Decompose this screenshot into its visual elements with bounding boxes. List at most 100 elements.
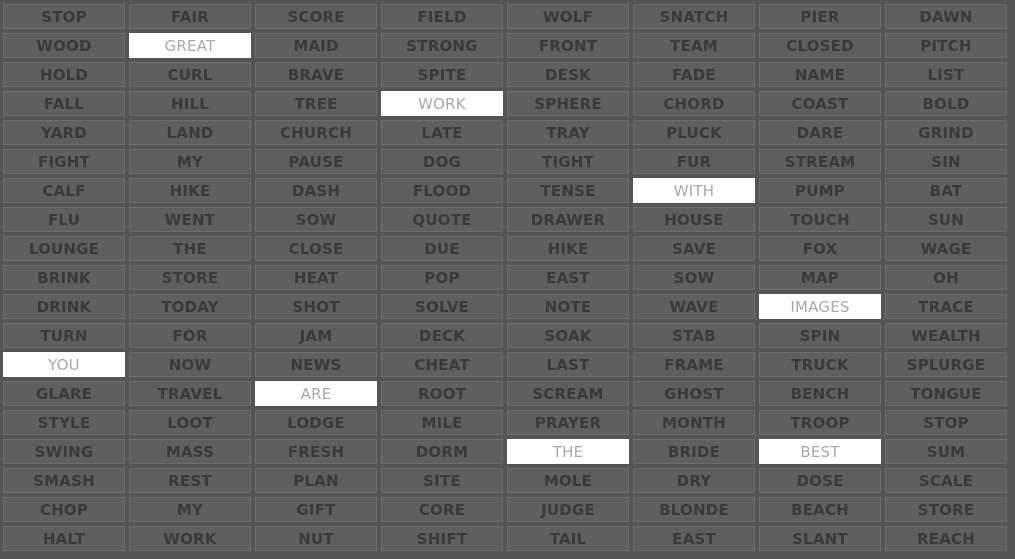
- word-cell-r10-c3[interactable]: SOLVE: [381, 294, 503, 319]
- word-cell-r11-c1[interactable]: FOR: [129, 323, 251, 348]
- word-cell-r7-c6[interactable]: TOUCH: [759, 207, 881, 232]
- word-cell-r13-c0[interactable]: GLARE: [3, 381, 125, 406]
- word-cell-r0-c7[interactable]: DAWN: [885, 4, 1007, 29]
- word-cell-r14-c3[interactable]: MILE: [381, 410, 503, 435]
- word-cell-r16-c2[interactable]: PLAN: [255, 468, 377, 493]
- word-cell-r11-c6[interactable]: SPIN: [759, 323, 881, 348]
- word-cell-r8-c2[interactable]: CLOSE: [255, 236, 377, 261]
- word-cell-r5-c6[interactable]: STREAM: [759, 149, 881, 174]
- word-cell-r17-c4[interactable]: JUDGE: [507, 497, 629, 522]
- word-cell-r5-c2[interactable]: PAUSE: [255, 149, 377, 174]
- word-cell-r11-c2[interactable]: JAM: [255, 323, 377, 348]
- word-cell-r13-c5[interactable]: GHOST: [633, 381, 755, 406]
- word-cell-r18-c4[interactable]: TAIL: [507, 526, 629, 551]
- word-cell-r5-c3[interactable]: DOG: [381, 149, 503, 174]
- word-cell-r3-c3[interactable]: WORK: [381, 91, 503, 116]
- word-cell-r12-c6[interactable]: TRUCK: [759, 352, 881, 377]
- word-cell-r10-c0[interactable]: DRINK: [3, 294, 125, 319]
- word-cell-r18-c1[interactable]: WORK: [129, 526, 251, 551]
- word-cell-r15-c1[interactable]: MASS: [129, 439, 251, 464]
- word-cell-r4-c0[interactable]: YARD: [3, 120, 125, 145]
- word-cell-r6-c5[interactable]: WITH: [633, 178, 755, 203]
- word-cell-r14-c0[interactable]: STYLE: [3, 410, 125, 435]
- word-cell-r2-c1[interactable]: CURL: [129, 62, 251, 87]
- word-cell-r6-c1[interactable]: HIKE: [129, 178, 251, 203]
- word-cell-r1-c2[interactable]: MAID: [255, 33, 377, 58]
- word-cell-r16-c7[interactable]: SCALE: [885, 468, 1007, 493]
- word-cell-r7-c1[interactable]: WENT: [129, 207, 251, 232]
- word-cell-r7-c2[interactable]: SOW: [255, 207, 377, 232]
- word-cell-r5-c5[interactable]: FUR: [633, 149, 755, 174]
- word-cell-r10-c1[interactable]: TODAY: [129, 294, 251, 319]
- word-cell-r17-c3[interactable]: CORE: [381, 497, 503, 522]
- word-cell-r8-c1[interactable]: THE: [129, 236, 251, 261]
- word-cell-r3-c7[interactable]: BOLD: [885, 91, 1007, 116]
- word-cell-r0-c2[interactable]: SCORE: [255, 4, 377, 29]
- word-cell-r1-c5[interactable]: TEAM: [633, 33, 755, 58]
- word-cell-r0-c5[interactable]: SNATCH: [633, 4, 755, 29]
- word-cell-r16-c3[interactable]: SITE: [381, 468, 503, 493]
- word-cell-r0-c0[interactable]: STOP: [3, 4, 125, 29]
- word-cell-r8-c0[interactable]: LOUNGE: [3, 236, 125, 261]
- word-cell-r1-c0[interactable]: WOOD: [3, 33, 125, 58]
- word-cell-r18-c2[interactable]: NUT: [255, 526, 377, 551]
- word-cell-r16-c1[interactable]: REST: [129, 468, 251, 493]
- word-cell-r15-c0[interactable]: SWING: [3, 439, 125, 464]
- word-cell-r18-c6[interactable]: SLANT: [759, 526, 881, 551]
- word-cell-r6-c4[interactable]: TENSE: [507, 178, 629, 203]
- word-cell-r15-c2[interactable]: FRESH: [255, 439, 377, 464]
- word-cell-r6-c7[interactable]: BAT: [885, 178, 1007, 203]
- word-cell-r0-c1[interactable]: FAIR: [129, 4, 251, 29]
- word-cell-r12-c1[interactable]: NOW: [129, 352, 251, 377]
- word-cell-r4-c1[interactable]: LAND: [129, 120, 251, 145]
- word-cell-r15-c6[interactable]: BEST: [759, 439, 881, 464]
- word-cell-r4-c4[interactable]: TRAY: [507, 120, 629, 145]
- word-cell-r18-c7[interactable]: REACH: [885, 526, 1007, 551]
- word-cell-r12-c3[interactable]: CHEAT: [381, 352, 503, 377]
- word-cell-r3-c5[interactable]: CHORD: [633, 91, 755, 116]
- word-cell-r0-c3[interactable]: FIELD: [381, 4, 503, 29]
- word-cell-r9-c6[interactable]: MAP: [759, 265, 881, 290]
- word-cell-r13-c7[interactable]: TONGUE: [885, 381, 1007, 406]
- word-cell-r1-c1[interactable]: GREAT: [129, 33, 251, 58]
- word-cell-r9-c4[interactable]: EAST: [507, 265, 629, 290]
- word-cell-r9-c3[interactable]: POP: [381, 265, 503, 290]
- word-cell-r8-c6[interactable]: FOX: [759, 236, 881, 261]
- word-cell-r11-c3[interactable]: DECK: [381, 323, 503, 348]
- word-cell-r2-c4[interactable]: DESK: [507, 62, 629, 87]
- word-cell-r8-c7[interactable]: WAGE: [885, 236, 1007, 261]
- word-cell-r2-c0[interactable]: HOLD: [3, 62, 125, 87]
- word-cell-r16-c5[interactable]: DRY: [633, 468, 755, 493]
- word-cell-r14-c2[interactable]: LODGE: [255, 410, 377, 435]
- word-cell-r14-c1[interactable]: LOOT: [129, 410, 251, 435]
- word-cell-r12-c0[interactable]: YOU: [3, 352, 125, 377]
- word-cell-r17-c6[interactable]: BEACH: [759, 497, 881, 522]
- word-cell-r2-c2[interactable]: BRAVE: [255, 62, 377, 87]
- word-cell-r13-c2[interactable]: ARE: [255, 381, 377, 406]
- word-cell-r15-c5[interactable]: BRIDE: [633, 439, 755, 464]
- word-cell-r12-c5[interactable]: FRAME: [633, 352, 755, 377]
- word-cell-r5-c0[interactable]: FIGHT: [3, 149, 125, 174]
- word-cell-r3-c4[interactable]: SPHERE: [507, 91, 629, 116]
- word-cell-r8-c5[interactable]: SAVE: [633, 236, 755, 261]
- word-cell-r12-c7[interactable]: SPLURGE: [885, 352, 1007, 377]
- word-cell-r12-c4[interactable]: LAST: [507, 352, 629, 377]
- word-cell-r1-c6[interactable]: CLOSED: [759, 33, 881, 58]
- word-cell-r16-c4[interactable]: MOLE: [507, 468, 629, 493]
- word-cell-r7-c4[interactable]: DRAWER: [507, 207, 629, 232]
- word-cell-r12-c2[interactable]: NEWS: [255, 352, 377, 377]
- word-cell-r17-c1[interactable]: MY: [129, 497, 251, 522]
- word-cell-r1-c7[interactable]: PITCH: [885, 33, 1007, 58]
- word-cell-r13-c3[interactable]: ROOT: [381, 381, 503, 406]
- word-cell-r9-c7[interactable]: OH: [885, 265, 1007, 290]
- word-cell-r4-c7[interactable]: GRIND: [885, 120, 1007, 145]
- word-cell-r18-c3[interactable]: SHIFT: [381, 526, 503, 551]
- word-cell-r5-c1[interactable]: MY: [129, 149, 251, 174]
- word-cell-r11-c5[interactable]: STAB: [633, 323, 755, 348]
- word-cell-r6-c6[interactable]: PUMP: [759, 178, 881, 203]
- word-cell-r6-c0[interactable]: CALF: [3, 178, 125, 203]
- word-cell-r7-c0[interactable]: FLU: [3, 207, 125, 232]
- word-cell-r10-c2[interactable]: SHOT: [255, 294, 377, 319]
- word-cell-r14-c4[interactable]: PRAYER: [507, 410, 629, 435]
- word-cell-r3-c6[interactable]: COAST: [759, 91, 881, 116]
